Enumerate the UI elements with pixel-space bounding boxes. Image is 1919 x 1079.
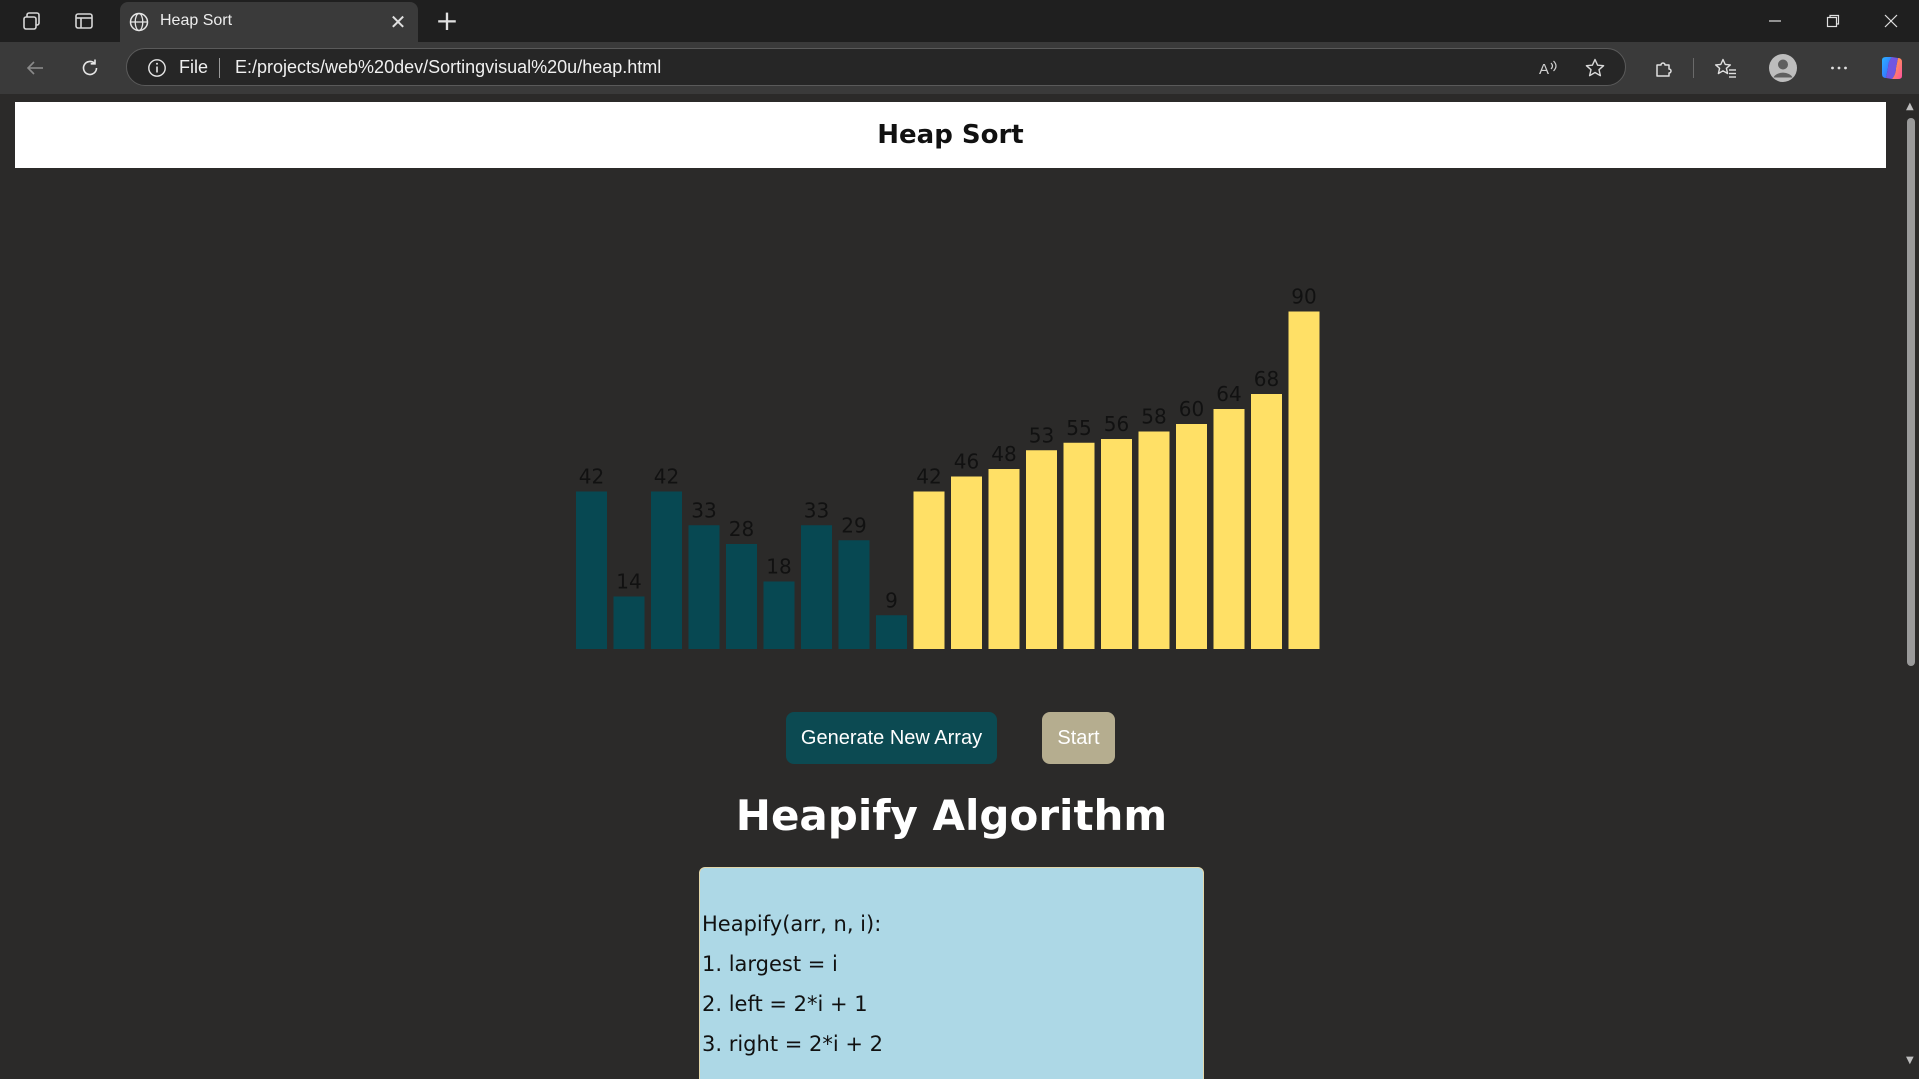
bar-value-label: 33: [691, 498, 716, 522]
bar: [913, 491, 945, 649]
tab-actions-icon[interactable]: [70, 8, 98, 34]
bar: [1026, 450, 1057, 649]
address-separator: [219, 58, 220, 78]
bar-value-label: 42: [579, 465, 604, 489]
bar-value-label: 53: [1029, 423, 1054, 447]
bar: [688, 525, 720, 649]
bar-value-label: 14: [616, 570, 641, 594]
bar: [1251, 394, 1282, 649]
scroll-down-icon[interactable]: ▼: [1906, 1056, 1916, 1066]
scroll-up-icon[interactable]: ▲: [1906, 102, 1916, 112]
info-icon[interactable]: [147, 58, 167, 78]
window-close-icon[interactable]: [1867, 0, 1915, 42]
algorithm-code-box: Heapify(arr, n, i): 1. largest = i 2. le…: [699, 867, 1204, 1079]
bar: [1176, 424, 1207, 649]
bar: [951, 476, 982, 649]
bar-value-label: 64: [1216, 382, 1241, 406]
bar-value-label: 90: [1291, 285, 1316, 309]
tab-heap-sort[interactable]: Heap Sort ✕: [120, 2, 418, 42]
page-viewport: Heap Sort 42 14 42 33 28 18 33 29 9 42 46 48 53 55 56 5…: [0, 94, 1903, 1079]
more-icon[interactable]: [1825, 54, 1853, 82]
bar-value-label: 9: [885, 588, 898, 612]
bar: [1063, 442, 1095, 649]
bar-value-label: 18: [766, 555, 791, 579]
plus-icon[interactable]: +: [432, 6, 462, 36]
bar: [651, 491, 682, 649]
globe-icon: [129, 12, 149, 32]
address-scheme: File: [179, 57, 209, 77]
bar: [838, 540, 870, 649]
bar-value-label: 68: [1254, 367, 1279, 391]
array-bar-chart: 42 14 42 33 28 18 33 29 9 42 46 48 53 55 56 58 60 64 68 90: [576, 285, 1320, 649]
start-button[interactable]: Start: [1042, 712, 1115, 764]
algorithm-title: Heapify Algorithm: [735, 791, 1168, 840]
read-aloud-icon[interactable]: A: [1537, 57, 1559, 79]
bar: [801, 525, 832, 649]
bar: [726, 544, 757, 649]
bar: [876, 615, 907, 649]
bar: [988, 469, 1020, 649]
bar: [1138, 431, 1170, 649]
scroll-thumb[interactable]: [1907, 118, 1915, 666]
copilot-icon[interactable]: [1878, 54, 1906, 82]
vertical-scrollbar[interactable]: ▲ ▼: [1903, 94, 1919, 1079]
bar-value-label: 55: [1066, 416, 1091, 440]
bar: [1101, 439, 1132, 649]
favorites-icon[interactable]: [1712, 54, 1740, 82]
workspaces-icon[interactable]: [18, 8, 46, 34]
bar-value-label: 28: [729, 517, 754, 541]
bar-value-label: 42: [654, 465, 679, 489]
favorite-star-icon[interactable]: [1584, 57, 1606, 79]
bar: [1288, 311, 1320, 649]
bar-value-label: 46: [954, 450, 979, 474]
bar-value-label: 48: [991, 442, 1016, 466]
profile-icon[interactable]: [1768, 53, 1798, 83]
bar-value-label: 33: [804, 498, 829, 522]
restore-icon[interactable]: [1809, 0, 1857, 42]
code-line: 2. left = 2*i + 1: [702, 992, 868, 1016]
bar-value-label: 29: [841, 513, 866, 537]
bar-value-label: 56: [1104, 412, 1129, 436]
address-bar[interactable]: File E:/projects/web%20dev/Sortingvisual…: [126, 48, 1626, 86]
browser-toolbar: File E:/projects/web%20dev/Sortingvisual…: [0, 42, 1919, 94]
tab-title: Heap Sort: [160, 12, 233, 29]
code-line: Heapify(arr, n, i):: [702, 912, 882, 936]
bar: [763, 581, 795, 649]
bar: [613, 596, 645, 649]
close-icon[interactable]: ✕: [386, 10, 410, 34]
bar: [576, 491, 607, 649]
refresh-icon[interactable]: [74, 52, 106, 84]
code-line: 3. right = 2*i + 2: [702, 1032, 884, 1056]
minimize-icon[interactable]: [1751, 0, 1799, 42]
extensions-icon[interactable]: [1650, 54, 1678, 82]
code-line: 1. largest = i: [702, 952, 838, 976]
svg-text:A: A: [1539, 61, 1549, 78]
address-url[interactable]: E:/projects/web%20dev/Sortingvisual%20u/…: [235, 57, 661, 78]
back-icon[interactable]: [19, 52, 51, 84]
bar-value-label: 42: [916, 465, 941, 489]
toolbar-divider: [1693, 58, 1694, 78]
generate-new-array-button[interactable]: Generate New Array: [786, 712, 997, 764]
bar-value-label: 58: [1141, 405, 1166, 429]
bar: [1213, 409, 1245, 649]
browser-tab-bar: Heap Sort ✕ +: [0, 0, 1919, 42]
bar-value-label: 60: [1179, 397, 1204, 421]
